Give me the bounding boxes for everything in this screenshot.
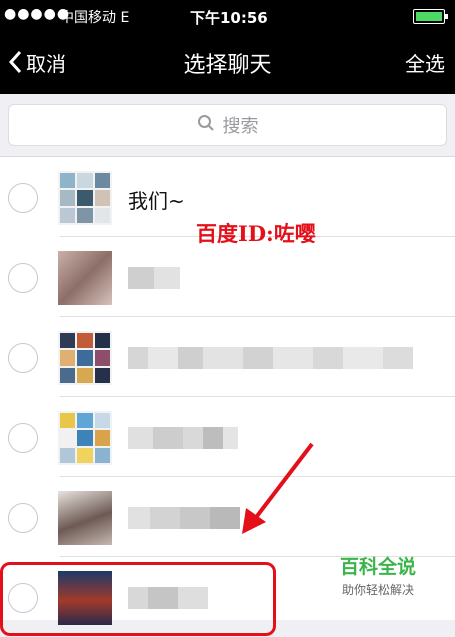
carrier-label: 中国移动 E — [60, 10, 130, 26]
search-section: 搜索 — [0, 94, 455, 157]
search-placeholder: 搜索 — [222, 116, 259, 137]
logo-title: 百科全说 — [339, 556, 416, 578]
search-input[interactable]: 搜索 — [8, 104, 447, 146]
group-avatar — [58, 171, 112, 225]
watermark-text: 百度ID:咗嘤 — [196, 221, 316, 246]
chat-row[interactable] — [0, 237, 455, 317]
page-title: 选择聊天 — [183, 53, 272, 78]
logo-subtitle: 助你轻松解决 — [341, 583, 414, 597]
blurred-name — [128, 267, 180, 289]
group-avatar — [58, 331, 112, 385]
battery-icon — [413, 9, 448, 24]
blurred-name — [128, 427, 238, 449]
select-checkbox[interactable] — [8, 183, 38, 213]
clock: 下午10:56 — [190, 9, 268, 27]
search-icon — [197, 114, 223, 137]
chat-name: 我们~ — [128, 189, 185, 213]
status-bar: ●●●●● 中国移动 E 下午10:56 — [0, 0, 455, 32]
chat-row[interactable] — [0, 477, 455, 557]
select-all-button[interactable]: 全选 — [405, 48, 445, 77]
select-checkbox[interactable] — [8, 343, 38, 373]
chat-row[interactable] — [0, 317, 455, 397]
group-avatar — [58, 411, 112, 465]
chat-row[interactable] — [0, 397, 455, 477]
select-checkbox[interactable] — [8, 263, 38, 293]
nav-bar: 取消 选择聊天 全选 — [0, 32, 455, 94]
brand-logo: 百科全说 助你轻松解决 — [326, 552, 430, 598]
avatar — [58, 491, 112, 545]
highlight-box — [0, 562, 276, 636]
select-checkbox[interactable] — [8, 423, 38, 453]
avatar — [58, 251, 112, 305]
annotation-arrow — [232, 438, 322, 542]
blurred-name — [128, 347, 413, 369]
blurred-name — [128, 507, 240, 529]
select-checkbox[interactable] — [8, 503, 38, 533]
